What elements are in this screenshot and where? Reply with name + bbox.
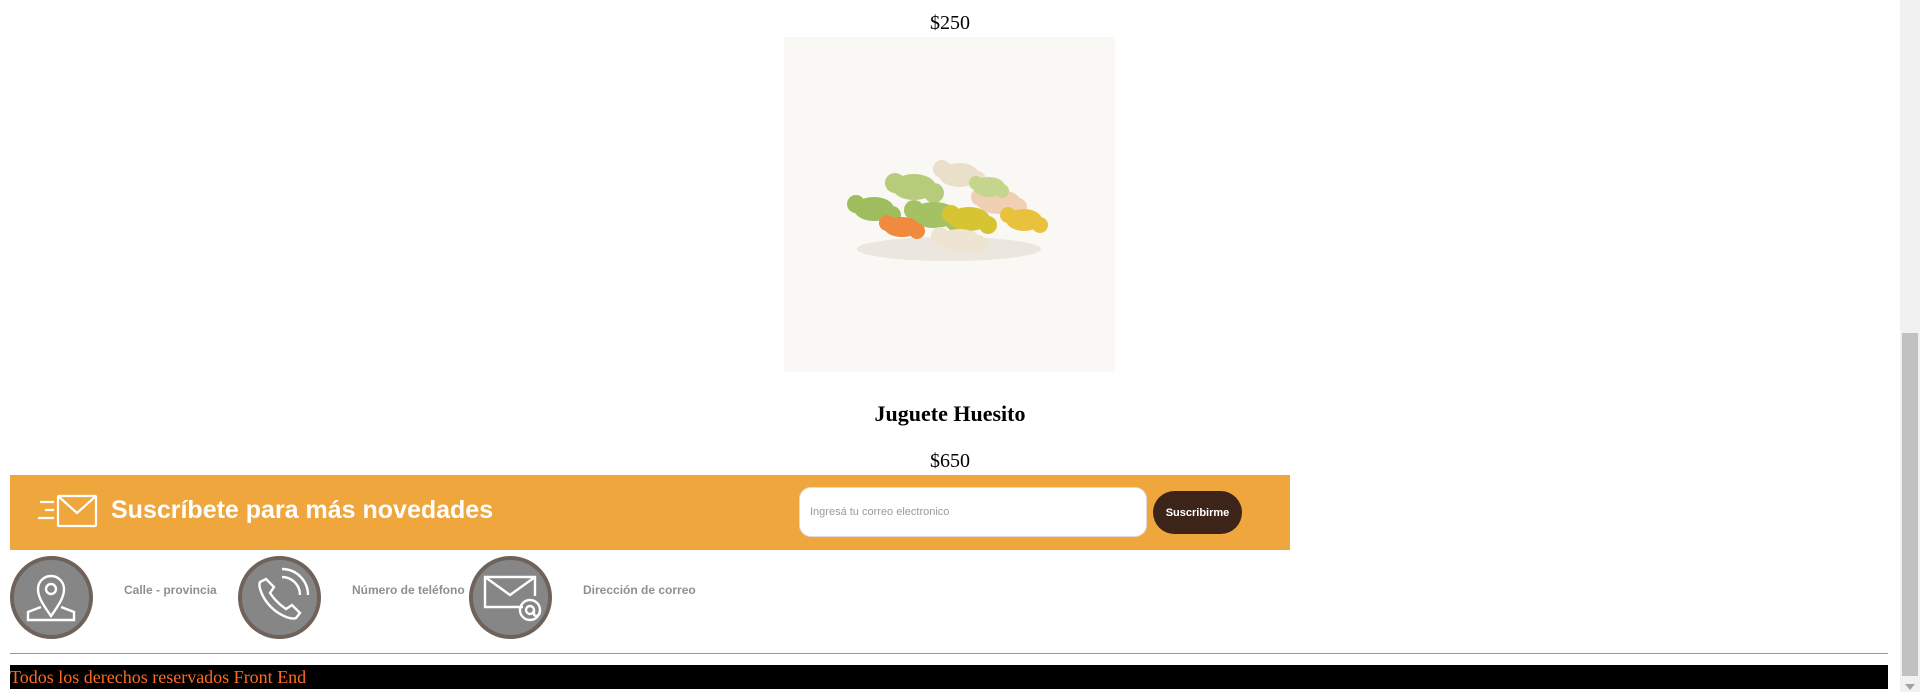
contact-phone-label: Número de teléfono <box>352 583 465 597</box>
location-pin-icon <box>10 556 93 639</box>
footer-divider <box>10 653 1888 654</box>
scroll-down-arrow-icon[interactable] <box>1905 684 1915 690</box>
phone-icon <box>238 556 321 639</box>
newsletter-heading: Suscríbete para más novedades <box>111 496 494 524</box>
product-image[interactable] <box>784 37 1115 372</box>
footer-copyright: Todos los derechos reservados Front End <box>10 665 1888 689</box>
previous-product-price: $250 <box>930 12 970 34</box>
product-title[interactable]: Juguete Huesito <box>780 401 1120 427</box>
product-price: $650 <box>930 450 970 472</box>
page: $250 Juguete Huesito $650 Suscríbete par… <box>0 0 1900 692</box>
bone-treats-illustration <box>847 160 1048 261</box>
email-input[interactable] <box>799 487 1147 537</box>
contact-address-label: Calle - provincia <box>124 583 217 597</box>
mail-at-icon <box>469 556 552 639</box>
envelope-fast-icon <box>38 494 98 528</box>
vertical-scrollbar[interactable] <box>1900 0 1920 692</box>
scrollbar-thumb[interactable] <box>1902 333 1918 676</box>
newsletter-banner: Suscríbete para más novedades Suscribirm… <box>10 475 1290 550</box>
subscribe-button[interactable]: Suscribirme <box>1153 491 1242 534</box>
contact-email-label: Dirección de correo <box>583 583 696 597</box>
